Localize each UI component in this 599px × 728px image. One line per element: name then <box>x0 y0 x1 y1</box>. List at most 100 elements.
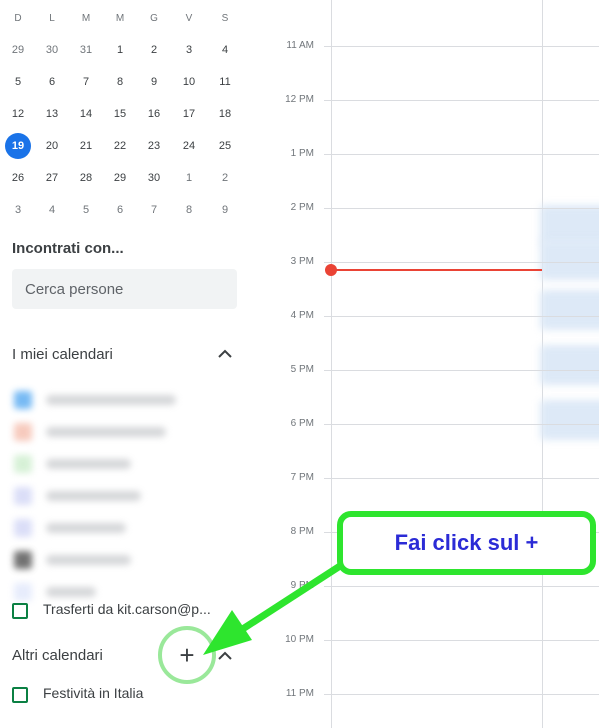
calendar-color-swatch[interactable] <box>14 551 32 569</box>
date-cell[interactable]: 9 <box>208 195 242 225</box>
event-block[interactable] <box>540 240 599 280</box>
date-label: 29 <box>11 44 25 56</box>
calendar-item[interactable] <box>10 546 245 572</box>
calendar-label: Festività in Italia <box>43 685 144 701</box>
time-label: 12 PM <box>285 94 314 105</box>
date-cell[interactable]: 1 <box>172 163 206 193</box>
date-cell[interactable]: 13 <box>35 99 69 129</box>
date-label: 3 <box>185 44 193 56</box>
date-cell[interactable]: 12 <box>1 99 35 129</box>
date-cell[interactable]: 22 <box>103 131 137 161</box>
today-date[interactable]: 19 <box>1 131 35 161</box>
week-row: 19 20 21 22 23 24 25 <box>0 131 250 163</box>
calendar-color-swatch[interactable] <box>14 391 32 409</box>
calendar-item[interactable] <box>10 482 245 508</box>
calendar-item[interactable] <box>10 514 245 540</box>
chevron-up-icon[interactable] <box>213 342 237 366</box>
date-label: 11 <box>219 76 231 88</box>
calendar-item[interactable] <box>10 450 245 476</box>
date-label: 2 <box>221 172 229 184</box>
date-cell[interactable]: 15 <box>103 99 137 129</box>
weekday-label: M <box>115 13 125 24</box>
calendar-color-swatch[interactable] <box>14 455 32 473</box>
event-block[interactable] <box>540 345 599 385</box>
date-cell[interactable]: 4 <box>35 195 69 225</box>
date-cell[interactable]: 31 <box>69 35 103 65</box>
date-cell[interactable]: 27 <box>35 163 69 193</box>
date-cell[interactable]: 7 <box>137 195 171 225</box>
event-block[interactable] <box>540 205 599 245</box>
date-cell[interactable]: 5 <box>1 67 35 97</box>
hour-gridline <box>324 154 599 155</box>
calendar-item-holidays[interactable]: Festività in Italia <box>10 683 245 709</box>
calendar-item[interactable]: Trasferti da kit.carson@p... <box>10 599 245 625</box>
date-label: 8 <box>116 76 124 88</box>
date-cell[interactable]: 30 <box>35 35 69 65</box>
date-cell[interactable]: 25 <box>208 131 242 161</box>
calendar-checkbox[interactable] <box>12 603 28 619</box>
date-cell[interactable]: 16 <box>137 99 171 129</box>
date-label: 30 <box>45 44 59 56</box>
date-cell[interactable]: 3 <box>172 35 206 65</box>
search-people-input[interactable] <box>12 269 237 309</box>
week-row: 26 27 28 29 30 1 2 <box>0 163 250 195</box>
date-cell[interactable]: 1 <box>103 35 137 65</box>
add-calendar-button[interactable]: + <box>172 640 202 670</box>
date-cell[interactable]: 2 <box>208 163 242 193</box>
grid-divider <box>331 0 332 728</box>
chevron-up-icon[interactable] <box>213 644 237 668</box>
calendar-label <box>46 523 126 533</box>
date-cell[interactable]: 3 <box>1 195 35 225</box>
date-cell[interactable]: 18 <box>208 99 242 129</box>
date-cell[interactable]: 28 <box>69 163 103 193</box>
date-label: 1 <box>116 44 124 56</box>
date-label: 21 <box>79 140 93 152</box>
event-block[interactable] <box>540 290 599 330</box>
date-cell[interactable]: 9 <box>137 67 171 97</box>
date-label: 7 <box>150 204 158 216</box>
weekday-label: D <box>14 13 22 24</box>
weekday-label: V <box>185 13 193 24</box>
date-cell[interactable]: 10 <box>172 67 206 97</box>
date-cell[interactable]: 6 <box>103 195 137 225</box>
calendar-color-swatch[interactable] <box>14 423 32 441</box>
calendar-color-swatch[interactable] <box>14 519 32 537</box>
event-block[interactable] <box>540 400 599 440</box>
date-cell[interactable]: 20 <box>35 131 69 161</box>
hour-gridline <box>324 208 599 209</box>
date-cell[interactable]: 17 <box>172 99 206 129</box>
calendar-label <box>46 555 131 565</box>
date-label: 2 <box>150 44 158 56</box>
date-cell[interactable]: 29 <box>1 35 35 65</box>
date-cell[interactable]: 8 <box>103 67 137 97</box>
weekday-label: M <box>81 13 91 24</box>
date-cell[interactable]: 14 <box>69 99 103 129</box>
date-cell[interactable]: 21 <box>69 131 103 161</box>
date-cell[interactable]: 23 <box>137 131 171 161</box>
calendar-color-swatch[interactable] <box>14 487 32 505</box>
date-cell[interactable]: 2 <box>137 35 171 65</box>
date-label: 19 <box>5 133 31 159</box>
date-cell[interactable]: 26 <box>1 163 35 193</box>
date-cell[interactable]: 24 <box>172 131 206 161</box>
date-cell[interactable]: 5 <box>69 195 103 225</box>
date-label: 27 <box>45 172 59 184</box>
calendar-item[interactable] <box>10 418 245 444</box>
date-label: 14 <box>79 108 93 120</box>
date-cell[interactable]: 4 <box>208 35 242 65</box>
current-time-dot <box>325 264 337 276</box>
calendar-item[interactable] <box>10 386 245 412</box>
day-grid[interactable]: 11 AM 12 PM 1 PM 2 PM 3 PM 4 PM 5 PM 6 PM 7 PM 8 … <box>250 0 599 728</box>
date-cell[interactable]: 30 <box>137 163 171 193</box>
time-label: 7 PM <box>290 472 314 483</box>
date-cell[interactable]: 7 <box>69 67 103 97</box>
other-calendars-title: Altri calendari <box>12 647 103 664</box>
date-cell[interactable]: 29 <box>103 163 137 193</box>
calendar-checkbox[interactable] <box>12 687 28 703</box>
date-label: 1 <box>185 172 193 184</box>
date-label: 30 <box>147 172 161 184</box>
date-cell[interactable]: 8 <box>172 195 206 225</box>
date-cell[interactable]: 6 <box>35 67 69 97</box>
date-label: 16 <box>147 108 161 120</box>
date-cell[interactable]: 11 <box>208 67 242 97</box>
